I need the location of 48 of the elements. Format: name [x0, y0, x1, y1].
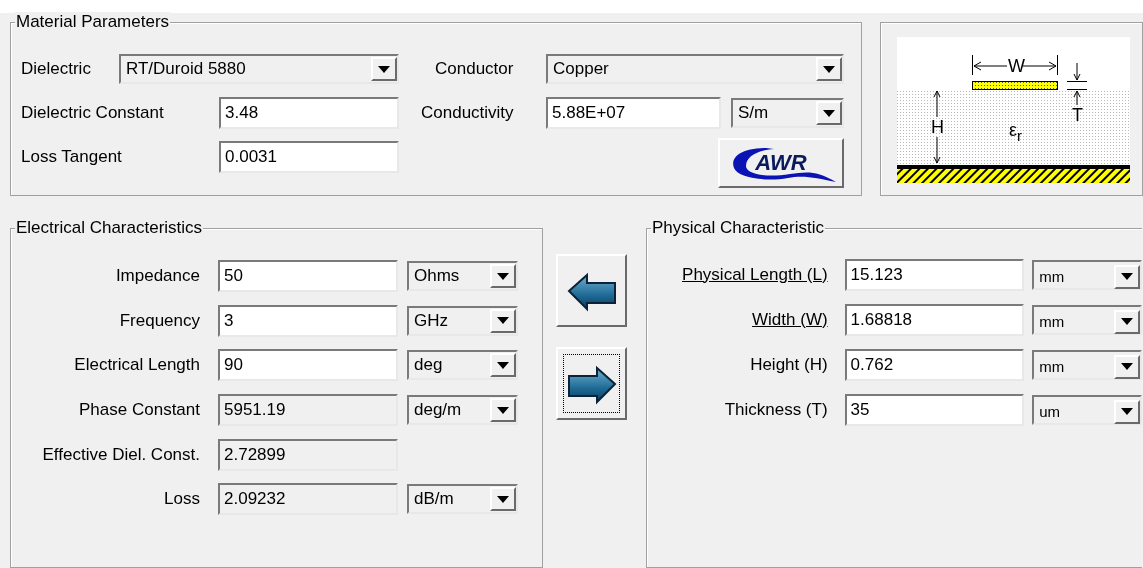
field-label: Frequency — [118, 310, 200, 331]
field-label: Electrical Length — [73, 355, 200, 376]
field-label: Height (H) — [749, 354, 828, 375]
text-field[interactable]: 50 — [218, 260, 398, 293]
dropdown[interactable]: RT/Duroid 5880 — [119, 54, 399, 84]
field-label: Loss — [163, 489, 200, 510]
dropdown[interactable]: um — [1032, 394, 1142, 425]
text-field[interactable]: 2.09232 — [218, 483, 398, 516]
field-label: Dielectric — [21, 59, 92, 79]
field-label: Width (W) — [751, 309, 828, 330]
dropdown[interactable]: deg/m — [407, 395, 518, 426]
text-field[interactable]: 2.72899 — [218, 438, 398, 471]
group-title: Physical Characteristic — [651, 218, 825, 238]
dimension-label: H — [931, 118, 944, 136]
dropdown[interactable]: GHz — [407, 305, 518, 336]
text-field[interactable]: 3.48 — [219, 97, 399, 129]
dropdown[interactable]: mm — [1032, 304, 1142, 335]
field-label: Thickness (T) — [723, 399, 828, 420]
dropdown[interactable]: mm — [1032, 349, 1142, 380]
field-label: Dielectric Constant — [21, 103, 165, 123]
logo-button[interactable]: AWR — [718, 138, 844, 188]
text-field[interactable]: 3 — [218, 304, 398, 337]
text-field[interactable]: 0.0031 — [219, 141, 399, 173]
text-field[interactable]: 5.88E+07 — [546, 97, 721, 129]
field-label: Phase Constant — [78, 400, 200, 421]
dimension-label: ε$_{r}$ — [1009, 121, 1023, 145]
field-label: Physical Length (L) — [681, 264, 828, 285]
dimension-label: T — [1072, 106, 1083, 124]
dropdown[interactable]: dB/m — [407, 484, 518, 515]
field-label: Impedance — [114, 266, 200, 287]
arrow-button[interactable] — [556, 347, 627, 420]
field-label: Effective Diel. Const. — [41, 444, 200, 465]
dimension-label: W — [1008, 57, 1025, 75]
dropdown[interactable]: mm — [1032, 259, 1142, 290]
text-field[interactable]: 90 — [218, 349, 398, 382]
dropdown[interactable]: Copper — [546, 54, 844, 84]
field-label: Conductor — [435, 59, 515, 79]
text-field[interactable]: 5951.19 — [218, 394, 398, 427]
field-label: Conductivity — [421, 103, 515, 123]
arrow-button[interactable] — [556, 254, 627, 327]
text-field[interactable]: 35 — [844, 393, 1025, 426]
dropdown[interactable]: Ohms — [407, 261, 518, 292]
dropdown[interactable]: S/m — [731, 98, 844, 128]
dropdown[interactable]: deg — [407, 350, 518, 381]
text-field[interactable]: 15.123 — [844, 258, 1025, 291]
field-label: Loss Tangent — [21, 147, 123, 167]
text-field[interactable]: 1.68818 — [844, 303, 1025, 336]
text-field[interactable]: 0.762 — [844, 348, 1025, 381]
